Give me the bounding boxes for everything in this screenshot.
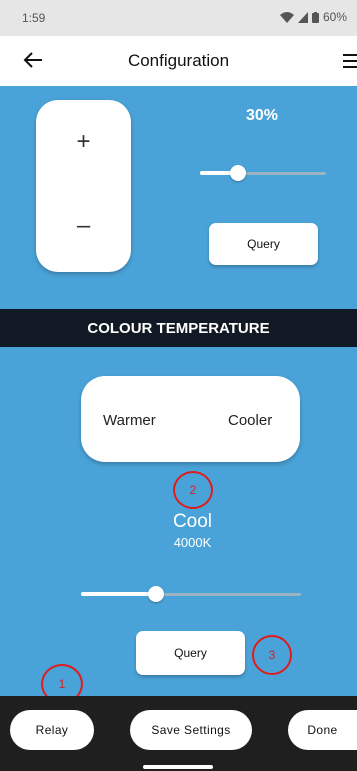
brightness-percent: 30% [245,107,279,124]
colour-mode-label: Cool [172,511,213,532]
page-title: Configuration [127,51,230,70]
done-button[interactable]: Done [288,710,357,750]
annotation-marker-2: 2 [173,471,213,509]
colour-temperature-slider[interactable] [81,586,301,602]
battery-icon [311,11,319,23]
slider-thumb[interactable] [147,586,164,602]
colour-temperature-header: COLOUR TEMPERATURE [0,309,357,347]
colour-kelvin-value: 4000K [173,535,212,550]
warmer-button[interactable]: Warmer [103,412,156,429]
annotation-marker-3: 3 [252,635,292,675]
brightness-up-button[interactable]: + [36,128,131,156]
save-settings-button[interactable]: Save Settings [130,710,252,750]
dimmer-control [36,100,131,272]
status-time: 1:59 [22,11,46,25]
status-bar: 1:59 60% [0,0,357,36]
wifi-icon [279,11,294,23]
slider-thumb[interactable] [229,165,246,181]
brightness-slider[interactable] [200,165,326,181]
signal-icon [297,11,308,23]
app-bar: Configuration [0,36,357,86]
battery-percent: 60% [322,10,347,24]
status-icons: 60% [279,10,347,24]
relay-button[interactable]: Relay [10,710,94,750]
brightness-query-button[interactable]: Query [209,223,318,265]
brightness-down-button[interactable]: – [36,212,131,240]
gesture-handle [143,765,213,769]
cooler-button[interactable]: Cooler [228,412,272,429]
colour-query-button[interactable]: Query [136,631,245,675]
slider-fill [81,592,156,596]
menu-icon[interactable] [343,53,357,69]
